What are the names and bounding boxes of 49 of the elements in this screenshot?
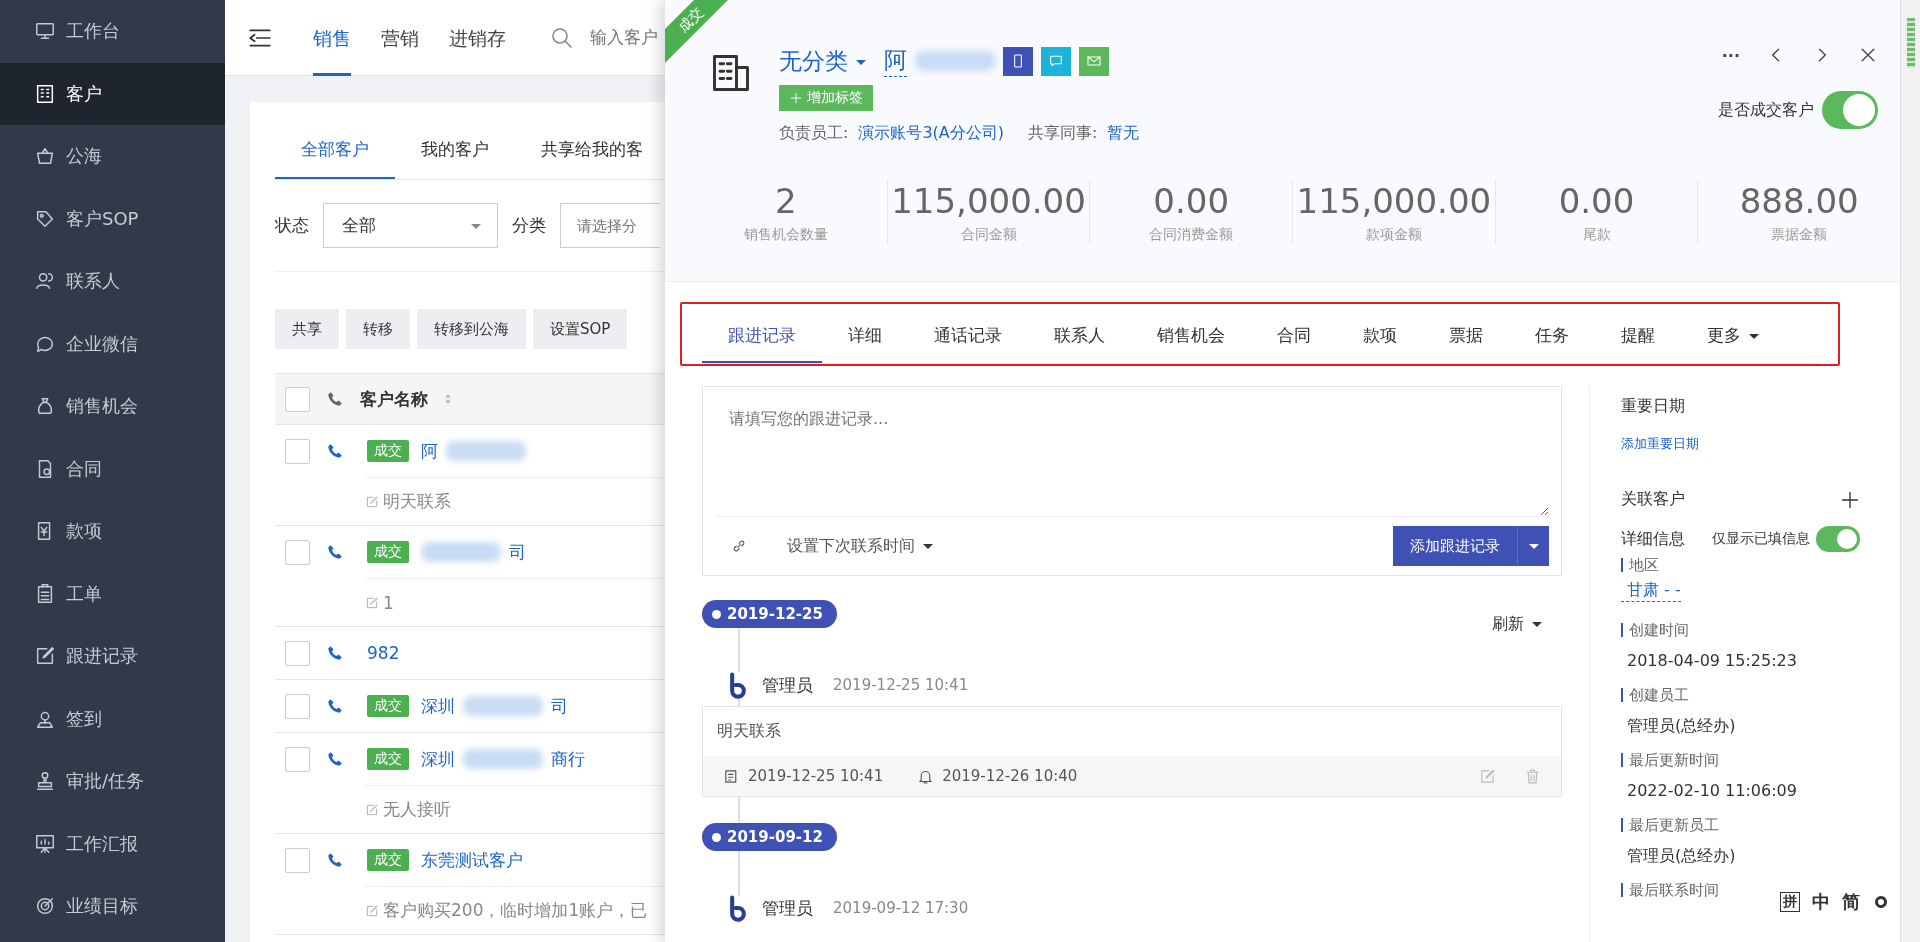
status-tag: 成交 <box>367 695 409 717</box>
follow-up-note: 无人接听 <box>383 798 451 821</box>
stat-value: 2 <box>775 180 797 222</box>
stat-label: 尾款 <box>1582 226 1611 244</box>
filter-label: 仅显示已填信息 <box>1712 530 1810 548</box>
stat-value: 115,000.00 <box>891 180 1086 222</box>
stat-value: 115,000.00 <box>1296 180 1492 222</box>
entry-time: 2019-12-25 10:41 <box>833 676 969 694</box>
field-label: 创建时间 <box>1621 623 1689 637</box>
field-label: 最后更新员工 <box>1621 818 1719 832</box>
field-label: 创建员工 <box>1621 688 1689 702</box>
date-pill: 2019-12-25 <box>702 600 837 628</box>
stat-label: 销售机会数量 <box>743 226 828 244</box>
status-tag: 成交 <box>367 748 409 770</box>
created-time: 2019-12-25 10:41 <box>748 767 884 785</box>
date-pill: 2019-09-12 <box>702 823 837 851</box>
field-value: 管理员(总经办) <box>1626 716 1736 737</box>
status-tag: 成交 <box>367 440 409 462</box>
follow-up-note: 明天联系 <box>383 490 451 513</box>
stat-value: 888.00 <box>1739 180 1859 222</box>
status-tag: 成交 <box>367 541 409 563</box>
deal-switch-label: 是否成交客户 <box>1718 99 1814 121</box>
field-value: 2018-04-09 15:25:23 <box>1626 651 1797 670</box>
stat-label: 合同金额 <box>960 226 1017 244</box>
field-value: 管理员(总经办) <box>1626 846 1736 867</box>
stat-label: 款项金额 <box>1365 226 1422 244</box>
owner-label: 负责员工: <box>779 123 849 144</box>
field-value: 2022-02-10 11:06:09 <box>1626 781 1797 800</box>
remind-time: 2019-12-26 10:40 <box>942 767 1078 785</box>
status-tag: 成交 <box>367 849 409 871</box>
filter-label: 分类 <box>512 214 546 237</box>
author-name: 管理员 <box>762 673 813 697</box>
follow-up-note: 1 <box>383 592 394 613</box>
stat-value: 0.00 <box>1153 180 1230 222</box>
section-title: 详细信息 <box>1621 528 1685 550</box>
stat-label: 合同消费金额 <box>1149 226 1234 244</box>
section-title: 关联客户 <box>1621 489 1685 510</box>
follow-up-note: 客户购买200，临时增加1账户，已 <box>383 899 648 922</box>
follow-up-text: 明天联系 <box>716 720 782 742</box>
stat-label: 票据金额 <box>1771 226 1828 244</box>
filter-label: 状态 <box>275 214 309 237</box>
field-label: 地区 <box>1621 558 1659 572</box>
stat-value: 0.00 <box>1558 180 1635 222</box>
entry-time: 2019-09-12 17:30 <box>833 899 969 917</box>
section-title: 重要日期 <box>1621 396 1686 417</box>
shared-label: 共享同事: <box>1028 123 1098 144</box>
author-name: 管理员 <box>762 896 813 920</box>
field-label: 最后联系时间 <box>1621 883 1719 897</box>
field-label: 最后更新时间 <box>1621 753 1719 767</box>
